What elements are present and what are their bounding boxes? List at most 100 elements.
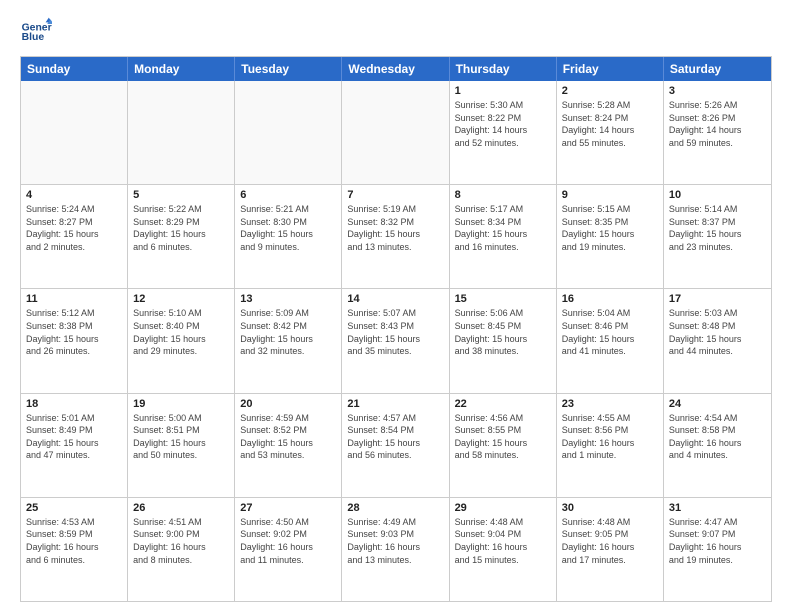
day-cell-16: 16 Sunrise: 5:04 AM Sunset: 8:46 PM Dayli…	[557, 289, 664, 392]
day-info: Sunrise: 4:54 AM Sunset: 8:58 PM Dayligh…	[669, 412, 766, 462]
day-cell-13: 13 Sunrise: 5:09 AM Sunset: 8:42 PM Dayli…	[235, 289, 342, 392]
day-info: Sunrise: 4:48 AM Sunset: 9:05 PM Dayligh…	[562, 516, 658, 566]
day-info: Sunrise: 4:51 AM Sunset: 9:00 PM Dayligh…	[133, 516, 229, 566]
day-info: Sunrise: 5:01 AM Sunset: 8:49 PM Dayligh…	[26, 412, 122, 462]
day-cell-3: 3 Sunrise: 5:26 AM Sunset: 8:26 PM Daylig…	[664, 81, 771, 184]
day-number: 28	[347, 502, 443, 514]
day-info: Sunrise: 5:07 AM Sunset: 8:43 PM Dayligh…	[347, 307, 443, 357]
day-cell-5: 5Sunrise: 5:22 AM Sunset: 8:29 PM Daylig…	[128, 185, 235, 288]
day-number: 2	[562, 85, 658, 97]
day-cell-25: 25 Sunrise: 4:53 AM Sunset: 8:59 PM Dayli…	[21, 498, 128, 601]
day-cell-6: 6Sunrise: 5:21 AM Sunset: 8:30 PM Daylig…	[235, 185, 342, 288]
day-cell-27: 27 Sunrise: 4:50 AM Sunset: 9:02 PM Dayli…	[235, 498, 342, 601]
day-info: Sunrise: 5:28 AM Sunset: 8:24 PM Dayligh…	[562, 99, 658, 149]
day-cell-15: 15 Sunrise: 5:06 AM Sunset: 8:45 PM Dayli…	[450, 289, 557, 392]
logo: General Blue	[20, 16, 52, 48]
day-number: 31	[669, 502, 766, 514]
day-number: 27	[240, 502, 336, 514]
day-number: 6	[240, 189, 336, 201]
calendar-week-4: 25 Sunrise: 4:53 AM Sunset: 8:59 PM Dayli…	[21, 497, 771, 601]
header-day-saturday: Saturday	[664, 57, 771, 81]
day-number: 16	[562, 293, 658, 305]
day-number: 15	[455, 293, 551, 305]
calendar-body: 1 Sunrise: 5:30 AM Sunset: 8:22 PM Daylig…	[21, 81, 771, 601]
empty-cell	[21, 81, 128, 184]
day-number: 8	[455, 189, 551, 201]
day-cell-30: 30 Sunrise: 4:48 AM Sunset: 9:05 PM Dayli…	[557, 498, 664, 601]
day-cell-22: 22Sunrise: 4:56 AM Sunset: 8:55 PM Dayli…	[450, 394, 557, 497]
day-info: Sunrise: 4:59 AM Sunset: 8:52 PM Dayligh…	[240, 412, 336, 462]
day-number: 25	[26, 502, 122, 514]
day-info: Sunrise: 5:26 AM Sunset: 8:26 PM Dayligh…	[669, 99, 766, 149]
day-cell-7: 7Sunrise: 5:19 AM Sunset: 8:32 PM Daylig…	[342, 185, 449, 288]
day-info: Sunrise: 4:57 AM Sunset: 8:54 PM Dayligh…	[347, 412, 443, 462]
day-info: Sunrise: 5:03 AM Sunset: 8:48 PM Dayligh…	[669, 307, 766, 357]
day-cell-12: 12 Sunrise: 5:10 AM Sunset: 8:40 PM Dayli…	[128, 289, 235, 392]
day-number: 9	[562, 189, 658, 201]
day-number: 10	[669, 189, 766, 201]
header-day-sunday: Sunday	[21, 57, 128, 81]
day-info: Sunrise: 5:00 AM Sunset: 8:51 PM Dayligh…	[133, 412, 229, 462]
day-info: Sunrise: 5:09 AM Sunset: 8:42 PM Dayligh…	[240, 307, 336, 357]
day-cell-28: 28 Sunrise: 4:49 AM Sunset: 9:03 PM Dayli…	[342, 498, 449, 601]
day-info: Sunrise: 5:06 AM Sunset: 8:45 PM Dayligh…	[455, 307, 551, 357]
day-cell-24: 24Sunrise: 4:54 AM Sunset: 8:58 PM Dayli…	[664, 394, 771, 497]
day-cell-10: 10 Sunrise: 5:14 AM Sunset: 8:37 PM Dayli…	[664, 185, 771, 288]
day-number: 1	[455, 85, 551, 97]
day-cell-2: 2 Sunrise: 5:28 AM Sunset: 8:24 PM Daylig…	[557, 81, 664, 184]
day-number: 30	[562, 502, 658, 514]
day-info: Sunrise: 5:04 AM Sunset: 8:46 PM Dayligh…	[562, 307, 658, 357]
day-number: 26	[133, 502, 229, 514]
day-info: Sunrise: 5:10 AM Sunset: 8:40 PM Dayligh…	[133, 307, 229, 357]
day-info: Sunrise: 4:56 AM Sunset: 8:55 PM Dayligh…	[455, 412, 551, 462]
header-day-thursday: Thursday	[450, 57, 557, 81]
day-info: Sunrise: 5:14 AM Sunset: 8:37 PM Dayligh…	[669, 203, 766, 253]
day-cell-8: 8Sunrise: 5:17 AM Sunset: 8:34 PM Daylig…	[450, 185, 557, 288]
day-cell-19: 19 Sunrise: 5:00 AM Sunset: 8:51 PM Dayli…	[128, 394, 235, 497]
day-cell-31: 31 Sunrise: 4:47 AM Sunset: 9:07 PM Dayli…	[664, 498, 771, 601]
day-cell-20: 20Sunrise: 4:59 AM Sunset: 8:52 PM Dayli…	[235, 394, 342, 497]
day-number: 29	[455, 502, 551, 514]
day-info: Sunrise: 4:55 AM Sunset: 8:56 PM Dayligh…	[562, 412, 658, 462]
day-number: 19	[133, 398, 229, 410]
header-day-monday: Monday	[128, 57, 235, 81]
calendar-week-2: 11 Sunrise: 5:12 AM Sunset: 8:38 PM Dayli…	[21, 288, 771, 392]
day-number: 4	[26, 189, 122, 201]
day-cell-21: 21 Sunrise: 4:57 AM Sunset: 8:54 PM Dayli…	[342, 394, 449, 497]
day-number: 18	[26, 398, 122, 410]
calendar-week-1: 4 Sunrise: 5:24 AM Sunset: 8:27 PM Daylig…	[21, 184, 771, 288]
day-number: 3	[669, 85, 766, 97]
day-info: Sunrise: 4:50 AM Sunset: 9:02 PM Dayligh…	[240, 516, 336, 566]
day-number: 11	[26, 293, 122, 305]
header-day-wednesday: Wednesday	[342, 57, 449, 81]
day-info: Sunrise: 5:30 AM Sunset: 8:22 PM Dayligh…	[455, 99, 551, 149]
day-info: Sunrise: 4:53 AM Sunset: 8:59 PM Dayligh…	[26, 516, 122, 566]
empty-cell	[342, 81, 449, 184]
calendar-header: SundayMondayTuesdayWednesdayThursdayFrid…	[21, 57, 771, 81]
calendar: SundayMondayTuesdayWednesdayThursdayFrid…	[20, 56, 772, 602]
day-cell-1: 1 Sunrise: 5:30 AM Sunset: 8:22 PM Daylig…	[450, 81, 557, 184]
day-cell-23: 23Sunrise: 4:55 AM Sunset: 8:56 PM Dayli…	[557, 394, 664, 497]
day-info: Sunrise: 5:22 AM Sunset: 8:29 PM Dayligh…	[133, 203, 229, 253]
day-cell-11: 11 Sunrise: 5:12 AM Sunset: 8:38 PM Dayli…	[21, 289, 128, 392]
day-number: 12	[133, 293, 229, 305]
day-info: Sunrise: 5:12 AM Sunset: 8:38 PM Dayligh…	[26, 307, 122, 357]
calendar-week-3: 18 Sunrise: 5:01 AM Sunset: 8:49 PM Dayli…	[21, 393, 771, 497]
day-number: 13	[240, 293, 336, 305]
day-info: Sunrise: 5:19 AM Sunset: 8:32 PM Dayligh…	[347, 203, 443, 253]
empty-cell	[128, 81, 235, 184]
day-cell-29: 29 Sunrise: 4:48 AM Sunset: 9:04 PM Dayli…	[450, 498, 557, 601]
day-info: Sunrise: 5:24 AM Sunset: 8:27 PM Dayligh…	[26, 203, 122, 253]
day-info: Sunrise: 4:47 AM Sunset: 9:07 PM Dayligh…	[669, 516, 766, 566]
empty-cell	[235, 81, 342, 184]
day-cell-14: 14 Sunrise: 5:07 AM Sunset: 8:43 PM Dayli…	[342, 289, 449, 392]
svg-text:Blue: Blue	[22, 32, 45, 43]
calendar-week-0: 1 Sunrise: 5:30 AM Sunset: 8:22 PM Daylig…	[21, 81, 771, 184]
day-info: Sunrise: 4:49 AM Sunset: 9:03 PM Dayligh…	[347, 516, 443, 566]
logo-icon: General Blue	[20, 16, 52, 48]
day-number: 21	[347, 398, 443, 410]
day-number: 14	[347, 293, 443, 305]
day-info: Sunrise: 4:48 AM Sunset: 9:04 PM Dayligh…	[455, 516, 551, 566]
day-cell-26: 26 Sunrise: 4:51 AM Sunset: 9:00 PM Dayli…	[128, 498, 235, 601]
day-cell-4: 4 Sunrise: 5:24 AM Sunset: 8:27 PM Daylig…	[21, 185, 128, 288]
